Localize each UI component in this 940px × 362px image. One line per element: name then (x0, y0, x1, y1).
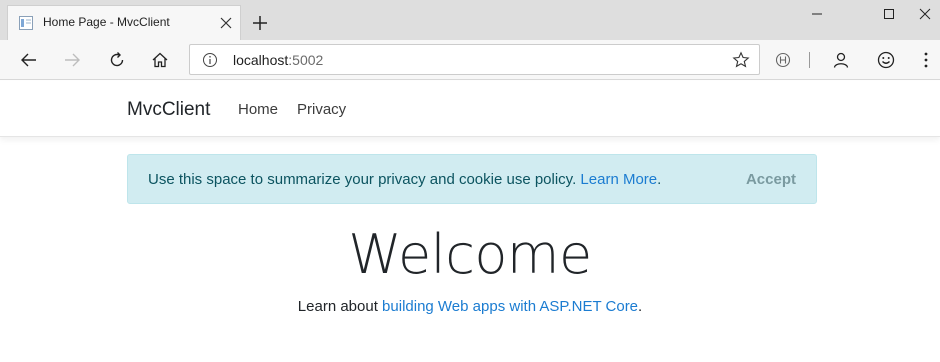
more-menu-icon[interactable] (916, 45, 936, 75)
star-icon[interactable] (731, 50, 751, 70)
learn-prefix: Learn about (297, 298, 383, 315)
cookie-period: . (657, 171, 662, 188)
accept-cookie-button[interactable]: Accept (746, 171, 796, 188)
maximize-icon[interactable] (866, 0, 912, 28)
aspnet-core-link[interactable]: building Web apps with ASP.NET Core (382, 298, 638, 315)
learn-suffix: . (638, 298, 643, 315)
browser-tab[interactable]: Home Page - MvcClient (7, 5, 241, 40)
site-navbar: MvcClient Home Privacy (0, 81, 940, 137)
forward-arrow-icon[interactable] (57, 45, 87, 75)
minimize-icon[interactable] (794, 0, 840, 28)
navbar-brand[interactable]: MvcClient (127, 99, 210, 121)
close-icon[interactable] (216, 13, 236, 33)
page-favicon-icon (18, 15, 34, 31)
smiley-icon[interactable] (871, 45, 901, 75)
plus-icon[interactable] (248, 11, 272, 35)
profile-icon[interactable] (826, 45, 856, 75)
title-bar: Home Page - MvcClient (0, 0, 940, 40)
welcome-heading: Welcome (348, 223, 592, 286)
address-port: :5002 (288, 52, 324, 68)
cookie-consent-banner: Use this space to summarize your privacy… (127, 154, 817, 204)
address-host: localhost (233, 52, 289, 68)
address-url[interactable]: localhost:5002 (233, 52, 323, 68)
tab-title: Home Page - MvcClient (43, 15, 170, 29)
address-bar[interactable]: localhost:5002 (189, 44, 760, 75)
hub-icon[interactable] (768, 45, 798, 75)
home-icon[interactable] (145, 45, 175, 75)
refresh-icon[interactable] (102, 45, 132, 75)
toolbar-divider (809, 52, 810, 68)
learn-more-link[interactable]: Learn More (580, 171, 657, 188)
info-icon[interactable] (201, 51, 219, 69)
back-arrow-icon[interactable] (14, 45, 44, 75)
close-window-icon[interactable] (910, 0, 940, 28)
nav-link-privacy[interactable]: Privacy (297, 101, 346, 118)
learn-about-text: Learn about building Web apps with ASP.N… (0, 298, 940, 315)
cookie-message: Use this space to summarize your privacy… (148, 171, 581, 188)
nav-link-home[interactable]: Home (238, 101, 278, 118)
browser-toolbar: localhost:5002 (0, 40, 940, 80)
cookie-consent-text: Use this space to summarize your privacy… (148, 171, 661, 188)
